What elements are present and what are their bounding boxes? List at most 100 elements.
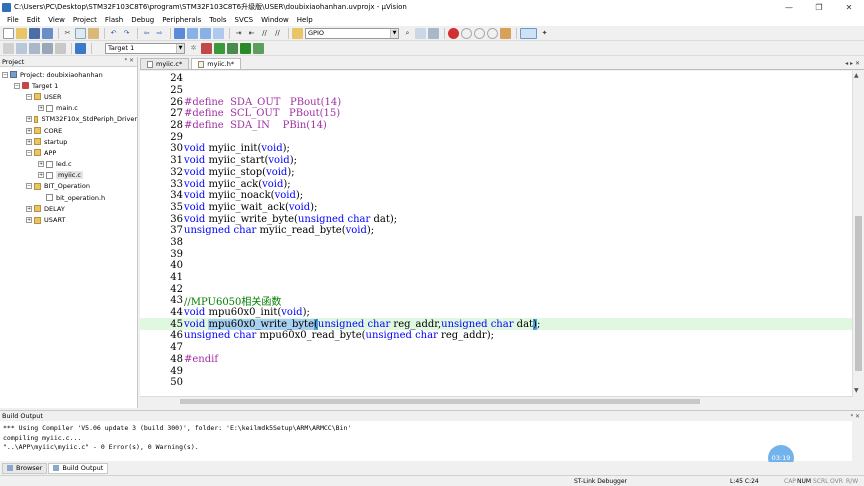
kill-breakpoints-icon[interactable] — [487, 27, 498, 39]
menu-peripherals[interactable]: Peripherals — [158, 16, 205, 24]
editor-horizontal-scrollbar[interactable] — [140, 396, 852, 406]
code-line[interactable]: 33 void myiic_ack(void); — [140, 178, 852, 190]
code-line[interactable]: 46 unsigned char mpu60x0_read_byte(unsign… — [140, 330, 852, 342]
menu-flash[interactable]: Flash — [101, 16, 127, 24]
new-file-icon[interactable] — [3, 27, 14, 39]
build-output-text[interactable]: *** Using Compiler 'V5.06 update 3 (buil… — [0, 421, 852, 461]
code-line[interactable]: 30 void myiic_init(void); — [140, 143, 852, 155]
stop-build-icon[interactable] — [55, 42, 66, 54]
code-line-current[interactable]: 45 void mpu60x0_write_byte(unsigned char … — [140, 318, 852, 331]
code-line[interactable]: 31 void myiic_start(void); — [140, 155, 852, 167]
pack-installer-icon[interactable] — [227, 42, 238, 54]
tab-build-output[interactable]: Build Output — [48, 462, 109, 474]
expand-icon[interactable]: + — [26, 127, 32, 134]
code-line[interactable]: 43//MPU6050相关函数 — [140, 295, 852, 308]
collapse-icon[interactable]: − — [2, 71, 8, 78]
comment-icon[interactable]: // — [259, 28, 270, 39]
tab-browser[interactable]: Browser — [2, 462, 48, 474]
save-all-icon[interactable] — [42, 27, 53, 39]
code-line[interactable]: 34 void myiic_noack(void); — [140, 190, 852, 202]
collapse-icon[interactable]: − — [14, 82, 20, 89]
code-line[interactable]: 28 #define SDA_IN PBin(14) — [140, 120, 852, 132]
code-line[interactable]: 47 — [140, 342, 852, 354]
scroll-down-icon[interactable]: ▼ — [854, 387, 859, 394]
build-output-scrollbar[interactable] — [852, 421, 864, 461]
open-file-icon[interactable] — [16, 27, 27, 39]
code-line[interactable]: 36 void myiic_write_byte(unsigned char da… — [140, 213, 852, 225]
clear-breakpoints-icon[interactable] — [500, 27, 511, 39]
expand-icon[interactable]: + — [26, 217, 32, 224]
find-in-files-icon[interactable] — [292, 27, 303, 39]
code-line[interactable]: 29 — [140, 131, 852, 143]
code-line[interactable]: 25 — [140, 85, 852, 97]
menu-tools[interactable]: Tools — [205, 16, 230, 24]
window-layout-icon[interactable] — [520, 27, 537, 39]
tab-myiic-h[interactable]: myiic.h* — [191, 58, 242, 69]
chevron-down-icon[interactable]: ▼ — [390, 28, 398, 38]
tree-item-file[interactable]: + main.c — [0, 103, 137, 114]
tree-item-folder[interactable]: + DELAY — [0, 203, 137, 214]
chevron-down-icon[interactable]: ▼ — [176, 43, 184, 53]
forward-icon[interactable]: ⇨ — [154, 28, 165, 39]
tree-item-folder[interactable]: − BIT_Operation — [0, 181, 137, 192]
uncomment-icon[interactable]: ∕∕ — [272, 28, 283, 39]
breakpoint-icon[interactable] — [461, 27, 472, 39]
manage-project-items-icon[interactable] — [201, 42, 212, 54]
code-line[interactable]: 44 void mpu60x0_init(void); — [140, 307, 852, 319]
code-line[interactable]: 49 — [140, 365, 852, 377]
collapse-icon[interactable]: − — [26, 183, 32, 190]
copy-icon[interactable] — [75, 27, 86, 39]
tree-item-file[interactable]: + led.c — [0, 159, 137, 170]
code-line[interactable]: 27 #define SCL_OUT PBout(15) — [140, 108, 852, 120]
code-line[interactable]: 37 unsigned char myiic_read_byte(void); — [140, 225, 852, 237]
expand-icon[interactable]: + — [26, 116, 32, 123]
expand-icon[interactable]: + — [26, 138, 32, 145]
paste-icon[interactable] — [88, 27, 99, 39]
collapse-icon[interactable]: − — [26, 149, 32, 156]
debug-session-icon[interactable] — [448, 27, 459, 39]
menu-edit[interactable]: Edit — [23, 16, 45, 24]
next-bookmark-icon[interactable] — [200, 27, 211, 39]
expand-icon[interactable]: + — [38, 172, 44, 179]
maximize-button[interactable]: ❐ — [804, 0, 834, 14]
find-combobox[interactable]: GPIO ▼ — [305, 27, 399, 39]
tree-item-folder[interactable]: + startup — [0, 136, 137, 147]
code-line[interactable]: 40 — [140, 260, 852, 272]
clear-bookmarks-icon[interactable] — [213, 27, 224, 39]
prev-bookmark-icon[interactable] — [187, 27, 198, 39]
scrollbar-thumb[interactable] — [180, 399, 700, 404]
configure-icon[interactable]: ✦ — [539, 28, 550, 39]
close-button[interactable]: ✕ — [834, 0, 864, 14]
back-icon[interactable]: ⇦ — [141, 28, 152, 39]
rebuild-icon[interactable] — [29, 42, 40, 54]
menu-debug[interactable]: Debug — [127, 16, 158, 24]
code-line[interactable]: 32 void myiic_stop(void); — [140, 167, 852, 179]
collapse-icon[interactable]: − — [26, 93, 32, 100]
tab-myiic-c[interactable]: myiic.c* — [140, 58, 190, 69]
menu-file[interactable]: File — [3, 16, 23, 24]
code-line[interactable]: 24 — [140, 73, 852, 85]
code-line[interactable]: 35 void myiic_wait_ack(void); — [140, 202, 852, 214]
bookmark-icon[interactable] — [174, 27, 185, 39]
tree-item-project[interactable]: − Project: doubixiaohanhan — [0, 69, 137, 80]
editor-vertical-scrollbar[interactable]: ▲ ▼ — [852, 71, 864, 397]
cut-icon[interactable]: ✂ — [62, 28, 73, 39]
tree-item-folder[interactable]: − APP — [0, 147, 137, 158]
menu-help[interactable]: Help — [293, 16, 317, 24]
menu-window[interactable]: Window — [257, 16, 293, 24]
download-icon[interactable] — [75, 42, 86, 54]
code-line[interactable]: 48 #endif — [140, 354, 852, 366]
expand-icon[interactable]: + — [26, 205, 32, 212]
target-options-icon[interactable]: ✲ — [188, 43, 199, 54]
minimize-button[interactable]: — — [774, 0, 804, 14]
disable-breakpoint-icon[interactable] — [474, 27, 485, 39]
build-icon[interactable] — [16, 42, 27, 54]
manage-components-icon[interactable] — [214, 42, 225, 54]
save-icon[interactable] — [29, 27, 40, 39]
code-line[interactable]: 50 — [140, 377, 852, 389]
tab-scroll-close-buttons[interactable]: ◂ ▸ ✕ — [845, 60, 864, 67]
menu-view[interactable]: View — [44, 16, 69, 24]
find-replace-icon[interactable] — [428, 27, 439, 39]
code-line[interactable]: 41 — [140, 272, 852, 284]
code-line[interactable]: 26 #define SDA_OUT PBout(14) — [140, 96, 852, 108]
